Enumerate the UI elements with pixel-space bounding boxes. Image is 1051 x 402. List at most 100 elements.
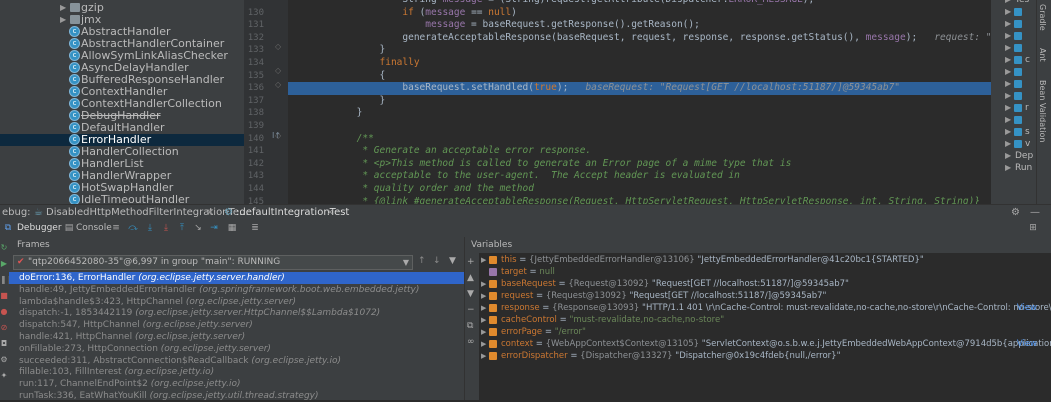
code-line[interactable]: } [288,107,991,120]
evaluate-expression-icon[interactable]: ▦ [227,223,237,233]
arrow-down-icon[interactable]: ▼ [467,289,474,299]
variable-row[interactable]: ▶ baseRequest = {Request@13092} "Request[… [479,278,1051,290]
structure-item[interactable]: ▶ Run [991,162,1037,174]
structure-item[interactable]: ▶ Dep [991,150,1037,162]
chevron-right-icon[interactable]: ▶ [481,278,486,290]
copy-icon[interactable]: ⧉ [467,321,473,331]
structure-item[interactable]: ▶ [991,18,1037,30]
variable-row[interactable]: ▶ response = {Response@13093} "HTTP/1.1 4… [479,302,1051,314]
minus-icon[interactable]: − [467,305,475,315]
code-line[interactable]: } [288,95,991,108]
layout-settings-icon[interactable]: ⊞ [1028,223,1038,233]
code-line[interactable]: * Generate an acceptable error response. [288,145,991,158]
add-watch-icon[interactable]: + [467,257,475,267]
frame-row[interactable]: succeeded:311, AbstractConnection$ReadCa… [9,355,464,367]
code-line[interactable]: { [288,70,991,83]
run-to-cursor-icon[interactable]: ⇥ [209,223,219,233]
frame-row[interactable]: handle:421, HttpChannel (org.eclipse.jet… [9,331,464,343]
code-editor[interactable]: String message = (String)request.getAttr… [288,0,991,204]
tab-debugger[interactable]: Debugger [17,220,62,237]
chevron-right-icon[interactable]: ▶ [1005,78,1011,90]
tree-item[interactable]: ▶ gzip [0,2,244,14]
structure-item[interactable]: ▶ [991,66,1037,78]
chevron-right-icon[interactable]: ▶ [481,290,486,302]
chevron-right-icon[interactable]: ▶ [60,2,66,14]
frame-row[interactable]: handle:49, JettyEmbeddedErrorHandler (or… [9,284,464,296]
variable-row[interactable]: ▶ errorDispatcher = {Dispatcher@13327} "D… [479,350,1051,362]
frame-row[interactable]: lambda$handle$3:423, HttpChannel (org.ec… [9,296,464,308]
variable-row[interactable]: ▶ context = {WebAppContext$Context@13105}… [479,338,1051,350]
tab-console[interactable]: Console [76,220,112,237]
tool-window-tab[interactable]: Gradle [1038,4,1047,31]
rerun-icon[interactable]: ↻ [0,243,8,252]
tree-item[interactable]: c IdleTimeoutHandler [0,194,244,204]
code-line[interactable] [288,120,991,133]
chevron-right-icon[interactable]: ▶ [1005,54,1011,66]
code-line[interactable]: * {@link #generateAcceptableResponse(Req… [288,196,991,204]
arrow-down-icon[interactable]: ↓ [433,256,441,266]
infinity-icon[interactable]: ∞ [467,337,475,347]
structure-item[interactable]: ▶ c [991,54,1037,66]
arrow-up-icon[interactable]: ↑ [418,256,426,266]
force-step-into-icon[interactable]: ⤓ [161,223,171,233]
structure-item[interactable]: ▶ [991,78,1037,90]
pin-icon[interactable]: ✦ [0,371,8,380]
frame-row[interactable]: fillable:103, FillInterest (org.eclipse.… [9,366,464,378]
thread-selector[interactable]: ✔ "qtp2066452080-35"@6,997 in group "mai… [13,255,413,270]
filter-icon[interactable]: ▼ [449,256,456,266]
debug-tab-disabled-filter[interactable]: DisabledHttpMethodFilterIntegrationTe... [46,205,249,221]
chevron-right-icon[interactable]: ▶ [1005,138,1011,150]
structure-item[interactable]: ▶ s [991,126,1037,138]
camera-icon[interactable]: ◘ [0,339,8,348]
resume-icon[interactable]: ▶ [0,259,8,268]
structure-item[interactable]: ▶ [991,42,1037,54]
code-line[interactable]: * quality order and the method [288,183,991,196]
chevron-right-icon[interactable]: ▶ [481,254,486,266]
chevron-right-icon[interactable]: ▶ [1005,90,1011,102]
view-breakpoints-icon[interactable]: ● [0,307,8,316]
code-line[interactable]: finally [288,57,991,70]
fold-marker-icon[interactable]: ◇ [275,42,281,51]
trace-icon[interactable]: ≣ [250,223,260,233]
override-marker-icon[interactable]: I↑ [272,131,281,140]
variable-row[interactable]: ▶ this = {JettyEmbeddedErrorHandler@13106… [479,254,1051,266]
chevron-right-icon[interactable]: ▶ [481,326,486,338]
code-line[interactable]: /** [288,133,991,146]
code-line[interactable]: * <p>This method is called to generate a… [288,158,991,171]
structure-item[interactable]: ▶ v [991,138,1037,150]
chevron-right-icon[interactable]: ▶ [1005,162,1011,174]
gear-icon[interactable]: ⚙ [1011,205,1020,221]
variable-row[interactable]: ▶ errorPage = "/error" [479,326,1051,338]
chevron-right-icon[interactable]: ▶ [1005,30,1011,42]
frame-row[interactable]: runTask:336, EatWhatYouKill (org.eclipse… [9,390,464,402]
code-line[interactable]: * acceptable to the user-agent. The Acce… [288,170,991,183]
minimize-icon[interactable]: — [1030,205,1040,221]
code-line[interactable]: String message = (String)request.getAttr… [288,0,991,7]
drop-frame-icon[interactable]: ↘ [193,223,203,233]
stop-icon[interactable]: ■ [0,291,8,300]
frame-row[interactable]: doError:136, ErrorHandler (org.eclipse.j… [9,272,464,284]
fold-marker-icon[interactable]: ◇ [275,80,281,89]
code-line[interactable]: if (message == null) [288,7,991,20]
code-line[interactable]: } [288,44,991,57]
mute-breakpoints-icon[interactable]: ⊘ [0,323,8,332]
frame-row[interactable]: dispatch:547, HttpChannel (org.eclipse.j… [9,319,464,331]
settings-icon[interactable]: ⚙ [0,355,8,364]
chevron-right-icon[interactable]: ▶ [1005,6,1011,18]
tab-close-icon[interactable]: × [326,205,334,221]
chevron-right-icon[interactable]: ▶ [1005,42,1011,54]
frame-row[interactable]: onFillable:273, HttpConnection (org.ecli… [9,343,464,355]
tool-window-tab[interactable]: Bean Validation [1038,80,1047,142]
step-over-icon[interactable]: ⤼ [128,223,138,233]
step-into-icon[interactable]: ⤓ [145,223,155,233]
variable-row[interactable]: ▶ request = {Request@13092} "Request[GET … [479,290,1051,302]
view-link[interactable]: View [1017,338,1037,350]
fold-marker-icon[interactable]: ◇ [275,66,281,75]
chevron-right-icon[interactable]: ▶ [481,302,486,314]
structure-item[interactable]: ▶ [991,30,1037,42]
chevron-right-icon[interactable]: ▶ [60,14,66,26]
view-link[interactable]: View [1017,302,1037,314]
code-line[interactable]: generateAcceptableResponse(baseRequest, … [288,32,991,45]
chevron-right-icon[interactable]: ▶ [481,350,486,362]
structure-item[interactable]: ▶ [991,90,1037,102]
